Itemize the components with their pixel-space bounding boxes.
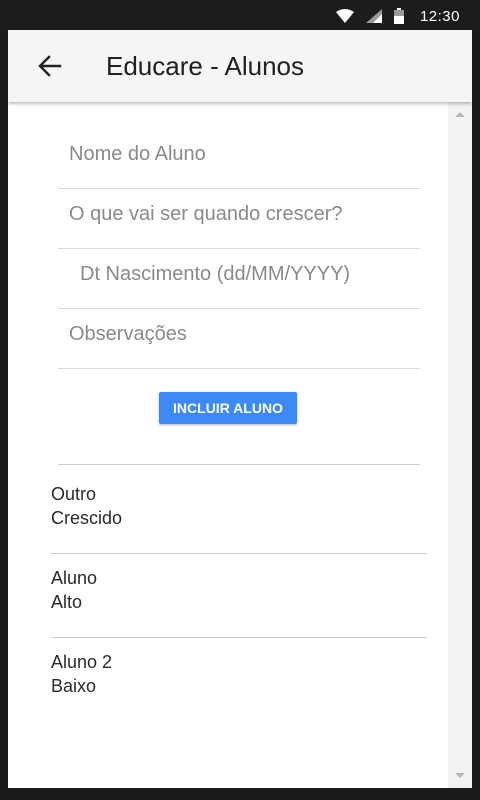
student-name: Aluno (51, 568, 98, 588)
student-name: Aluno 2 (51, 652, 113, 672)
student-dream: Baixo (51, 676, 97, 696)
scrollbar[interactable] (448, 102, 472, 788)
arrow-left-icon (38, 55, 62, 77)
add-student-button[interactable]: INCLUIR ALUNO (159, 392, 297, 424)
main-content: INCLUIR ALUNO Outro Crescido Aluno Alto … (8, 102, 448, 788)
dream-field (58, 189, 420, 249)
list-divider (58, 464, 420, 465)
list-item[interactable]: Aluno Alto (51, 554, 427, 638)
student-dream: Crescido (51, 508, 123, 528)
app-bar: Educare - Alunos (8, 30, 472, 102)
status-icons: 12:30 (335, 6, 460, 26)
battery-icon (393, 8, 404, 24)
name-input[interactable] (69, 143, 409, 166)
birth-date-field (58, 249, 420, 309)
birth-date-input[interactable] (80, 263, 420, 286)
notes-input[interactable] (69, 323, 409, 346)
wifi-icon (335, 9, 354, 23)
scroll-up-arrow-icon[interactable] (455, 112, 465, 117)
device-frame: 12:30 Educare - Alunos Nome do Aluno O q… (0, 0, 480, 800)
name-field (58, 129, 420, 189)
scroll-down-arrow-icon[interactable] (455, 773, 465, 778)
signal-icon (365, 9, 382, 23)
back-button[interactable] (30, 48, 70, 84)
dream-input[interactable] (69, 203, 409, 226)
list-item[interactable]: Aluno 2 Baixo (51, 638, 427, 722)
student-dream: Alto (51, 592, 83, 612)
notes-field (58, 309, 420, 369)
app-screen: Educare - Alunos INCLUIR ALUNO Outro Cre… (8, 30, 472, 788)
student-name: Outro (51, 484, 97, 504)
page-title: Educare - Alunos (106, 51, 305, 81)
status-time: 12:30 (419, 7, 460, 25)
status-bar: 12:30 (0, 0, 480, 32)
list-item[interactable]: Outro Crescido (51, 470, 427, 554)
